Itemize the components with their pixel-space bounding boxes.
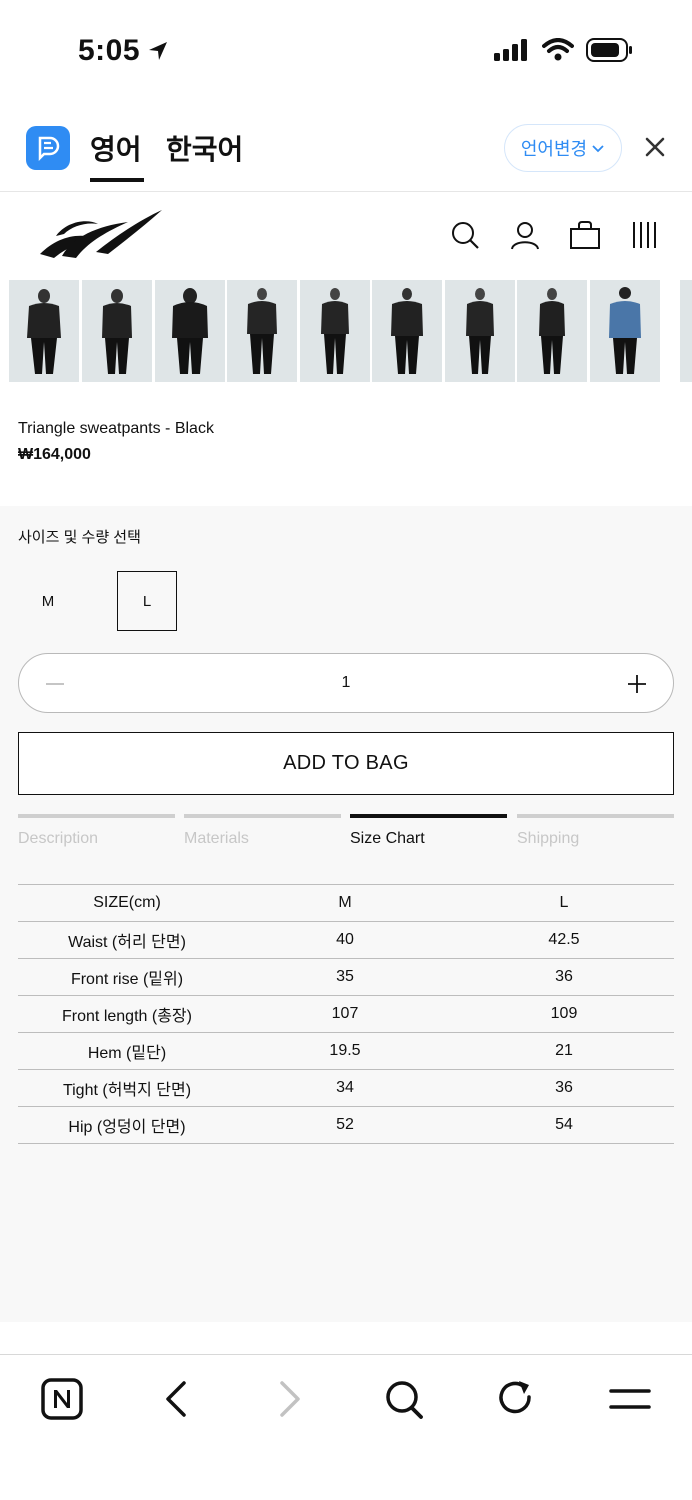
quantity-value: 1 xyxy=(341,674,351,691)
status-bar: 5:05 xyxy=(0,0,692,104)
plus-icon[interactable] xyxy=(625,672,649,696)
change-language-button[interactable]: 언어변경 xyxy=(504,124,622,172)
site-header xyxy=(0,192,692,278)
battery-icon xyxy=(586,38,632,62)
tab-label: Materials xyxy=(184,830,249,847)
chevron-down-icon xyxy=(592,145,604,153)
naver-home-icon[interactable] xyxy=(40,1377,84,1421)
status-time: 5:05 xyxy=(78,34,170,68)
table-cell: Tight (허벅지 단면) xyxy=(18,1069,236,1107)
size-option-l[interactable]: L xyxy=(117,571,177,631)
tab-description[interactable]: Description xyxy=(18,814,175,854)
product-thumbnail[interactable] xyxy=(227,280,297,382)
menu-icon[interactable] xyxy=(608,1377,652,1421)
table-row: Hem (밑단) 19.5 21 xyxy=(18,1032,674,1070)
table-header-cell: L xyxy=(454,884,674,922)
tab-shipping[interactable]: Shipping xyxy=(517,814,674,854)
table-row: Waist (허리 단면) 40 42.5 xyxy=(18,921,674,959)
product-thumbnail[interactable] xyxy=(300,280,370,382)
table-cell: 21 xyxy=(454,1032,674,1070)
tab-label: Size Chart xyxy=(350,830,425,847)
search-icon[interactable] xyxy=(450,220,480,250)
location-arrow-icon xyxy=(149,42,168,60)
tab-korean[interactable]: 한국어 xyxy=(166,128,243,168)
product-thumbnail[interactable] xyxy=(445,280,515,382)
search-icon[interactable] xyxy=(384,1377,424,1421)
tab-label: Description xyxy=(18,830,99,847)
close-icon[interactable] xyxy=(644,136,666,158)
table-cell: 34 xyxy=(236,1069,454,1107)
tab-materials[interactable]: Materials xyxy=(184,814,341,854)
browser-toolbar xyxy=(0,1354,692,1500)
table-cell: 42.5 xyxy=(454,921,674,959)
table-header-cell: M xyxy=(236,884,454,922)
quantity-stepper: 1 xyxy=(18,653,674,713)
option-label: 사이즈 및 수량 선택 xyxy=(18,529,141,546)
size-chart-table: SIZE(cm) M L Waist (허리 단면) 40 42.5 Front… xyxy=(18,884,674,1144)
translate-logo-icon xyxy=(26,126,70,170)
tab-indicator xyxy=(350,814,507,818)
table-row: Hip (엉덩이 단면) 52 54 xyxy=(18,1106,674,1144)
table-header-row: SIZE(cm) M L xyxy=(18,884,674,922)
product-thumbnail[interactable] xyxy=(82,280,152,382)
table-row: Front rise (밑위) 35 36 xyxy=(18,958,674,996)
change-language-label: 언어변경 xyxy=(520,139,588,159)
product-price: ₩164,000 xyxy=(18,446,91,463)
product-thumbnail[interactable] xyxy=(517,280,587,382)
table-cell: 36 xyxy=(454,1069,674,1107)
table-cell: Hem (밑단) xyxy=(18,1032,236,1070)
table-cell: 36 xyxy=(454,958,674,996)
menu-icon[interactable] xyxy=(632,220,660,250)
tab-size-chart[interactable]: Size Chart xyxy=(350,814,507,854)
bag-icon[interactable] xyxy=(569,220,601,250)
back-icon[interactable] xyxy=(160,1377,192,1421)
translate-bar: 영어 한국어 언어변경 xyxy=(0,104,692,192)
product-info: Triangle sweatpants - Black ₩164,000 xyxy=(18,420,214,464)
options-panel: 사이즈 및 수량 선택 M L 1 ADD TO BAG Description… xyxy=(0,506,692,1322)
refresh-icon[interactable] xyxy=(496,1377,536,1421)
tab-indicator xyxy=(517,814,674,818)
table-row: Front length (총장) 107 109 xyxy=(18,995,674,1033)
product-thumbnail[interactable] xyxy=(680,280,692,382)
table-cell: Hip (엉덩이 단면) xyxy=(18,1106,236,1144)
table-cell: Waist (허리 단면) xyxy=(18,921,236,959)
status-time-text: 5:05 xyxy=(78,34,141,67)
product-thumbnail[interactable] xyxy=(155,280,225,382)
table-header-cell: SIZE(cm) xyxy=(18,884,236,922)
detail-tabs: Description Materials Size Chart Shippin… xyxy=(18,814,674,854)
account-icon[interactable] xyxy=(510,220,540,250)
table-cell: 107 xyxy=(236,995,454,1033)
product-thumbnail-strip[interactable] xyxy=(0,280,692,382)
product-thumbnail[interactable] xyxy=(9,280,79,382)
product-thumbnail[interactable] xyxy=(372,280,442,382)
table-cell: 40 xyxy=(236,921,454,959)
size-option-m[interactable]: M xyxy=(18,571,78,631)
cellular-signal-icon xyxy=(494,39,527,61)
table-cell: 54 xyxy=(454,1106,674,1144)
table-cell: Front rise (밑위) xyxy=(18,958,236,996)
table-cell: 109 xyxy=(454,995,674,1033)
wifi-icon xyxy=(542,38,574,61)
table-row: Tight (허벅지 단면) 34 36 xyxy=(18,1069,674,1107)
tab-indicator xyxy=(184,814,341,818)
product-name: Triangle sweatpants - Black xyxy=(18,420,214,437)
tab-label: Shipping xyxy=(517,830,580,847)
table-cell: Front length (총장) xyxy=(18,995,236,1033)
tab-indicator xyxy=(18,814,175,818)
table-cell: 35 xyxy=(236,958,454,996)
add-to-bag-button[interactable]: ADD TO BAG xyxy=(18,732,674,795)
table-cell: 19.5 xyxy=(236,1032,454,1070)
table-cell: 52 xyxy=(236,1106,454,1144)
tab-english[interactable]: 영어 xyxy=(90,128,144,182)
product-thumbnail[interactable] xyxy=(590,280,660,382)
brand-logo[interactable] xyxy=(36,208,164,264)
forward-icon[interactable] xyxy=(274,1377,306,1421)
